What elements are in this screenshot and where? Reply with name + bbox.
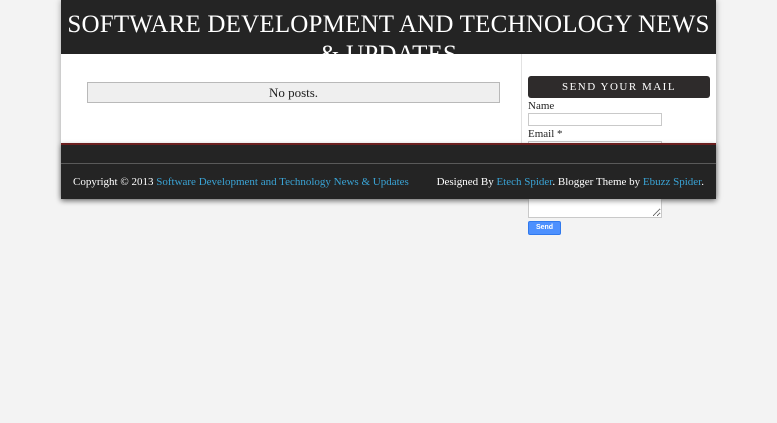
- site-header: SOFTWARE DEVELOPMENT AND TECHNOLOGY NEWS…: [61, 0, 716, 54]
- site-footer: Copyright © 2013 Software Development an…: [61, 143, 716, 199]
- credits-suffix: .: [701, 176, 704, 188]
- copyright-text: Copyright © 2013 Software Development an…: [73, 176, 409, 188]
- send-button[interactable]: Send: [528, 221, 561, 235]
- sidebar-divider: [521, 54, 522, 145]
- theme-author-link[interactable]: Ebuzz Spider: [643, 176, 701, 188]
- name-label: Name: [528, 100, 555, 112]
- name-input[interactable]: [528, 113, 662, 126]
- email-label: Email *: [528, 128, 563, 140]
- credits-text: Designed By Etech Spider. Blogger Theme …: [437, 176, 704, 188]
- no-posts-message: No posts.: [87, 82, 500, 103]
- main-content: No posts.: [61, 54, 521, 145]
- site-title[interactable]: SOFTWARE DEVELOPMENT AND TECHNOLOGY NEWS…: [61, 10, 716, 54]
- designed-by-prefix: Designed By: [436, 176, 497, 188]
- blog-home-link[interactable]: Software Development and Technology News…: [156, 176, 409, 188]
- contact-form-widget: SEND YOUR MAIL Name Email * Send: [528, 76, 711, 235]
- footer-accent-line: [61, 143, 716, 145]
- copyright-prefix: Copyright © 2013: [73, 176, 157, 188]
- designer-link[interactable]: Etech Spider: [496, 176, 552, 188]
- widget-title: SEND YOUR MAIL: [528, 76, 710, 98]
- theme-by-text: . Blogger Theme by: [552, 176, 643, 188]
- footer-divider: [61, 163, 716, 164]
